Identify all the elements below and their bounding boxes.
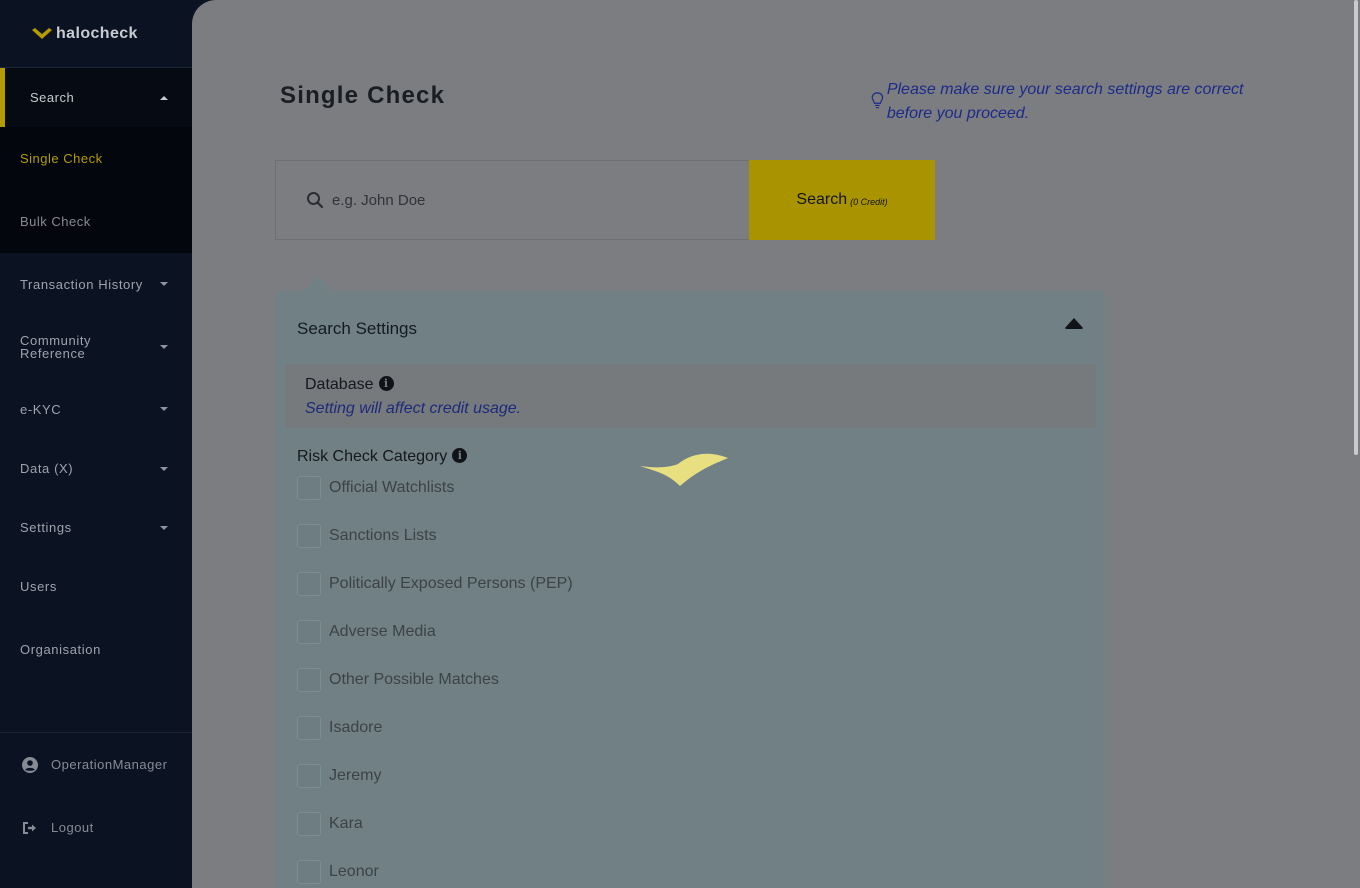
checkbox-label: Sanctions Lists [329,527,437,544]
sidebar-item-search[interactable]: Search [0,68,192,127]
sidebar-item-organisation[interactable]: Organisation [0,616,192,682]
logout-button[interactable]: Logout [0,796,192,859]
list-item[interactable]: Isadore [297,716,573,764]
sidebar-item-label: Settings [20,520,72,535]
tour-highlight-shape [640,453,728,486]
chevron-up-icon [160,95,168,100]
search-field[interactable] [275,160,750,240]
search-icon [307,192,324,209]
settings-title: Search Settings [297,319,418,338]
tip-message: Please make sure your search settings ar… [870,78,1260,126]
sidebar-item-label: Organisation [20,641,101,657]
list-item[interactable]: Official Watchlists [297,476,573,524]
user-circle-icon [22,756,38,773]
sidebar-subitem-single-check[interactable]: Single Check [0,127,192,190]
sidebar-item-label: Transaction History [20,276,143,292]
sidebar-item-label: Community Reference [20,333,92,361]
risk-category-list: Official Watchlists Sanctions Lists Poli… [297,476,573,888]
scrollbar[interactable] [1354,0,1358,455]
checkbox[interactable] [297,668,321,692]
sidebar-item-settings[interactable]: Settings [0,498,192,557]
lightbulb-icon [871,92,884,109]
sidebar-item-label: Bulk Check [20,214,91,229]
search-button[interactable]: Search (0 Credit) [749,160,935,240]
checkbox-label: Official Watchlists [329,479,455,496]
brand-name: halocheck [56,24,138,42]
collapse-caret-icon[interactable] [1064,318,1084,329]
main-content: Single Check Please make sure your searc… [192,0,1360,888]
user-profile-link[interactable]: OperationManager [0,733,192,796]
user-name: OperationManager [51,757,168,772]
list-item[interactable]: Adverse Media [297,620,573,668]
list-item[interactable]: Sanctions Lists [297,524,573,572]
search-button-label: Search [796,191,848,208]
halocheck-logo-icon [32,27,52,39]
database-setting[interactable]: Database i Setting will affect credit us… [285,364,1096,428]
sidebar-item-label: Data (X) [20,461,74,476]
search-input[interactable] [332,191,712,209]
sign-out-icon [22,820,38,836]
search-settings-panel: Search Settings Database i Setting will … [276,291,1105,888]
brand-logo[interactable]: halocheck [0,0,192,68]
checkbox[interactable] [297,524,321,548]
chevron-down-icon [160,407,168,411]
checkbox[interactable] [297,716,321,740]
chevron-down-icon [160,282,168,286]
checkbox-label: Politically Exposed Persons (PEP) [329,575,573,592]
database-note: Setting will affect credit usage. [305,400,522,417]
checkbox[interactable] [297,860,321,884]
checkbox[interactable] [297,812,321,836]
sidebar-item-label: Search [30,90,75,105]
settings-pointer [302,276,334,292]
checkbox[interactable] [297,620,321,644]
checkbox-label: Other Possible Matches [329,671,499,688]
chevron-down-icon [160,345,168,349]
sidebar-item-community-reference[interactable]: Community Reference [0,315,192,379]
info-icon[interactable]: i [452,447,468,463]
sidebar-item-data-x[interactable]: Data (X) [0,439,192,498]
checkbox-label: Leonor [329,863,379,880]
chevron-down-icon [160,525,168,530]
sidebar-item-label: e-KYC [20,401,62,417]
sidebar-footer: OperationManager Logout [0,732,192,859]
sidebar: halocheck Search Single Check Bulk Check… [0,0,192,888]
checkbox-label: Isadore [329,719,383,736]
checkbox-label: Adverse Media [329,623,436,640]
sidebar-item-users[interactable]: Users [0,557,192,616]
sidebar-item-ekyc[interactable]: e-KYC [0,379,192,439]
database-label: Database [305,376,374,393]
sidebar-item-label: Single Check [20,151,103,166]
checkbox[interactable] [297,476,321,500]
risk-category-label: Risk Check Category i [297,447,468,466]
list-item[interactable]: Kara [297,812,573,860]
chevron-down-icon [160,466,168,471]
search-button-credit: (0 Credit) [850,197,888,207]
page-title: Single Check [280,82,446,109]
checkbox[interactable] [297,572,321,596]
tip-text: Please make sure your search settings ar… [886,81,1244,122]
risk-category-text: Risk Check Category [297,448,448,465]
sidebar-subitem-bulk-check[interactable]: Bulk Check [0,190,192,253]
list-item[interactable]: Jeremy [297,764,573,812]
checkbox-label: Kara [329,815,363,832]
search-nav-group: Search Single Check Bulk Check [0,68,192,253]
list-item[interactable]: Other Possible Matches [297,668,573,716]
list-item[interactable]: Politically Exposed Persons (PEP) [297,572,573,620]
sidebar-item-label: Users [20,579,57,594]
logout-label: Logout [51,820,94,835]
checkbox-label: Jeremy [329,767,382,784]
sidebar-item-transaction-history[interactable]: Transaction History [0,253,192,315]
checkbox[interactable] [297,764,321,788]
list-item[interactable]: Leonor [297,860,573,888]
info-icon[interactable]: i [378,375,394,391]
